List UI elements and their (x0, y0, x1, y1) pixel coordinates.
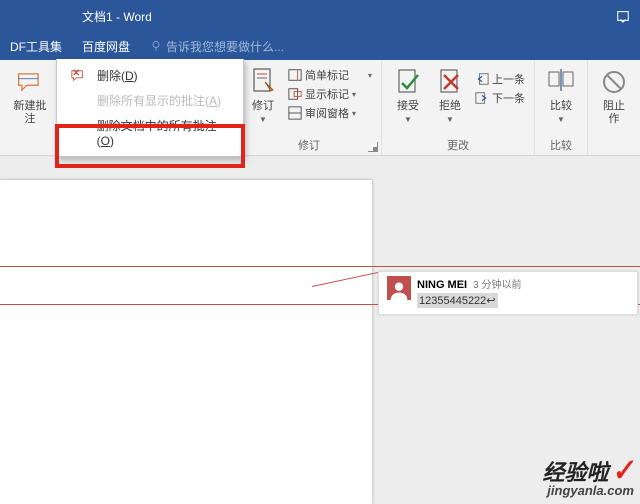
watermark: 经验啦 ✓ jingyanla.com (543, 454, 634, 498)
window-controls (616, 9, 630, 23)
chevron-down-icon: ▼ (446, 115, 454, 124)
group-label-changes: 更改 (388, 137, 528, 155)
markup-mode-select[interactable]: 简单标记 ▾ (285, 66, 375, 84)
prev-change-icon (475, 72, 489, 86)
menu-delete-shown: 删除所有显示的批注(A) (57, 88, 243, 113)
group-label-tracking: 修订 (243, 137, 375, 155)
document-title: 文档1 - Word (82, 8, 152, 25)
chevron-down-icon: ▼ (259, 115, 267, 124)
avatar (387, 276, 411, 300)
new-comment-button[interactable]: 新建批注 (6, 64, 54, 137)
tab-baidu-pan[interactable]: 百度网盘 (82, 38, 130, 55)
tracking-options-stack: 简单标记 ▾ 显示标记 ▾ 审阅窗格 ▾ (285, 64, 375, 137)
ribbon-group-tracking: 修订▼ 简单标记 ▾ 显示标记 ▾ 审阅窗格 ▾ (237, 60, 382, 155)
tracking-dialog-launcher[interactable] (368, 142, 378, 152)
block-authors-button[interactable]: 阻止作 (594, 64, 634, 155)
document-page[interactable] (0, 180, 372, 504)
accept-button[interactable]: 接受▼ (388, 64, 428, 137)
track-changes-icon (251, 66, 275, 98)
document-area: NING MEI 3 分钟以前 12355445222↩ (0, 156, 640, 504)
ribbon-group-changes: 接受▼ 拒绝▼ 上一条 下一条 更改 (382, 60, 535, 155)
group-label-compare: 比较 (541, 137, 581, 155)
compare-button[interactable]: 比较▼ (541, 64, 581, 137)
comment-text: 12355445222↩ (417, 293, 498, 308)
show-markup-icon (288, 87, 302, 101)
ribbon-group-compare: 比较▼ 比较 (535, 60, 588, 155)
title-bar: 文档1 - Word (0, 0, 640, 32)
chevron-down-icon: ▼ (404, 115, 412, 124)
chevron-down-icon: ▾ (352, 90, 356, 99)
chevron-down-icon: ▼ (557, 115, 565, 124)
tab-pdf-tools[interactable]: DF工具集 (10, 38, 62, 55)
speech-bubble-icon (17, 66, 43, 98)
watermark-text: 经验啦 (543, 455, 609, 487)
check-icon: ✓ (608, 453, 636, 489)
comment-author: NING MEI (417, 279, 467, 291)
track-changes-button[interactable]: 修订▼ (243, 64, 283, 137)
show-markup-button[interactable]: 显示标记 ▾ (285, 85, 375, 103)
next-change-button[interactable]: 下一条 (472, 89, 528, 107)
changes-nav-stack: 上一条 下一条 (472, 64, 528, 137)
compare-icon (548, 66, 574, 98)
delete-dropdown-menu: 删除(D) 删除所有显示的批注(A) 删除文档中的所有批注(O) (56, 59, 244, 157)
ribbon-group-protect: 阻止作 (588, 60, 640, 155)
tell-me-search[interactable]: 告诉我您想要做什么... (150, 38, 284, 55)
comment-range-line-top (0, 266, 640, 267)
comment-bubble[interactable]: NING MEI 3 分钟以前 12355445222↩ (378, 271, 638, 315)
chevron-down-icon: ▾ (352, 109, 356, 118)
block-icon (602, 66, 626, 98)
comment-body: NING MEI 3 分钟以前 12355445222↩ (417, 276, 521, 308)
ribbon-options-icon[interactable] (616, 9, 630, 23)
reject-button[interactable]: 拒绝▼ (430, 64, 470, 137)
person-icon (389, 280, 409, 300)
review-pane-button[interactable]: 审阅窗格 ▾ (285, 104, 375, 122)
next-change-icon (475, 91, 489, 105)
chevron-down-icon: ▾ (368, 71, 372, 80)
markup-icon (288, 68, 302, 82)
ribbon-tabs-row: DF工具集 百度网盘 告诉我您想要做什么... (0, 32, 640, 60)
menu-delete-all[interactable]: 删除文档中的所有批注(O) (57, 113, 243, 152)
review-pane-icon (288, 106, 302, 120)
reject-icon (438, 66, 462, 98)
accept-icon (396, 66, 420, 98)
lightbulb-icon (150, 40, 162, 52)
menu-delete[interactable]: 删除(D) (57, 63, 243, 88)
comment-time: 3 分钟以前 (473, 276, 521, 291)
delete-comment-icon (69, 69, 87, 83)
prev-change-button[interactable]: 上一条 (472, 70, 528, 88)
